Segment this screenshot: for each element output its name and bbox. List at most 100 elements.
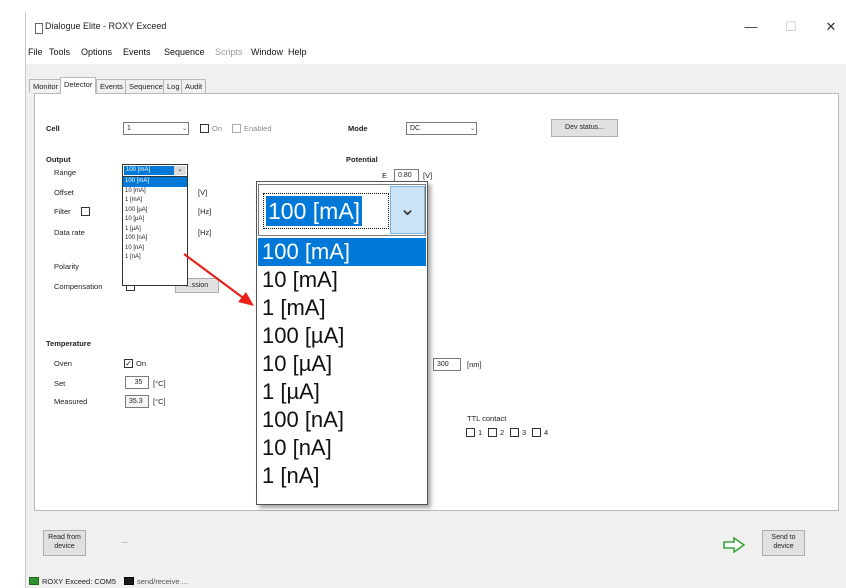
app-icon xyxy=(35,23,43,34)
minimize-button[interactable]: — xyxy=(738,17,764,37)
range-option[interactable]: 10 [mA] xyxy=(123,187,187,197)
tab-monitor[interactable]: Monitor xyxy=(29,79,63,93)
range-dropdown-zoom: 100 [mA] ⌄ 100 [mA] 10 [mA] 1 [mA] 100 [… xyxy=(256,181,428,505)
range-option[interactable]: 10 [µA] xyxy=(123,215,187,225)
ttl-contact-1-label: 1 xyxy=(478,428,483,437)
data-rate-unit: [Hz] xyxy=(198,228,212,237)
ttl-contact-3-label: 3 xyxy=(522,428,527,437)
cell-label: Cell xyxy=(46,124,60,133)
cell-enabled-label: Enabled xyxy=(244,124,272,133)
tab-detector[interactable]: Detector xyxy=(60,77,97,94)
menu-options[interactable]: Options xyxy=(81,47,112,57)
zoom-range-list: 100 [mA] 10 [mA] 1 [mA] 100 [µA] 10 [µA]… xyxy=(258,238,426,490)
chevron-down-icon: ⌄ xyxy=(469,126,475,132)
filter-unit: [Hz] xyxy=(198,207,212,216)
dev-status-button[interactable]: Dev status... xyxy=(551,119,618,137)
set-unit: [°C] xyxy=(153,379,166,388)
polarity-label: Polarity xyxy=(54,262,80,271)
data-rate-label: Data rate xyxy=(54,228,85,237)
zoom-selected-value: 100 [mA] xyxy=(266,196,363,226)
tab-audit[interactable]: Audit xyxy=(181,79,207,93)
zoom-range-option[interactable]: 10 [nA] xyxy=(258,434,426,462)
status-connection: ROXY Exceed: COM5 xyxy=(42,577,117,586)
ttl-contact-2-checkbox[interactable] xyxy=(488,428,497,437)
ttl-contact-4-checkbox[interactable] xyxy=(532,428,541,437)
zoom-range-option[interactable]: 10 [mA] xyxy=(258,266,426,294)
zoom-range-option[interactable]: 100 [µA] xyxy=(258,322,426,350)
wavelength-input[interactable]: 300 xyxy=(433,358,461,371)
status-bar: ROXY Exceed: COM5 send/receive ... xyxy=(26,574,846,588)
tab-events[interactable]: Events xyxy=(96,79,127,93)
arrow-right-icon xyxy=(723,536,746,558)
set-label: Set xyxy=(54,379,66,388)
send-receive-led-icon xyxy=(124,577,134,585)
range-option[interactable]: 100 [mA] xyxy=(123,177,187,187)
offset-label: Offset xyxy=(54,188,74,197)
zoom-range-option[interactable]: 1 [µA] xyxy=(258,378,426,406)
ttl-contact-label: TTL contact xyxy=(467,414,507,423)
filter-checkbox[interactable] xyxy=(81,207,90,216)
ttl-contact-4-label: 4 xyxy=(544,428,549,437)
close-button[interactable]: ✕ xyxy=(818,17,844,37)
maximize-button[interactable]: ☐ xyxy=(778,17,804,37)
tab-strip: Monitor Detector Events Sequence Log Aud… xyxy=(26,74,846,94)
zoom-selected-value-box: 100 [mA] xyxy=(263,193,389,229)
measured-temperature-field: 35.3 xyxy=(125,395,149,408)
range-option[interactable]: 1 [mA] xyxy=(123,196,187,206)
ttl-contact-3-checkbox[interactable] xyxy=(510,428,519,437)
cell-on-checkbox[interactable] xyxy=(200,124,209,133)
cell-select[interactable]: 1 ⌄ xyxy=(123,122,189,135)
zoom-range-option[interactable]: 1 [nA] xyxy=(258,462,426,490)
menu-bar: File Tools Options Events Sequence Scrip… xyxy=(26,44,846,64)
ttl-contact-2-label: 2 xyxy=(500,428,505,437)
offset-unit: [V] xyxy=(198,188,208,197)
menu-window[interactable]: Window xyxy=(251,47,283,57)
mode-select[interactable]: DC ⌄ xyxy=(406,122,477,135)
status-send-receive: send/receive ... xyxy=(137,577,188,586)
zoom-range-option[interactable]: 100 [nA] xyxy=(258,406,426,434)
chevron-down-icon: ⌄ xyxy=(181,126,187,132)
range-option[interactable]: 100 [µA] xyxy=(123,206,187,216)
potential-heading: Potential xyxy=(346,155,378,164)
menu-sequence[interactable]: Sequence xyxy=(164,47,205,57)
read-from-device-button[interactable]: Read from device xyxy=(43,530,86,556)
measured-label: Measured xyxy=(54,397,88,406)
oven-on-checkbox[interactable]: ✓ xyxy=(124,359,133,368)
range-option[interactable]: 10 [nA] xyxy=(123,244,187,254)
measured-unit: [°C] xyxy=(153,397,166,406)
temperature-heading: Temperature xyxy=(46,339,91,348)
send-to-device-button[interactable]: Send to device xyxy=(762,530,805,556)
separator-dash: — xyxy=(121,537,129,546)
connection-led-icon xyxy=(29,577,39,585)
zoom-range-option[interactable]: 10 [µA] xyxy=(258,350,426,378)
menu-tools[interactable]: Tools xyxy=(49,47,70,57)
window-title: Dialogue Elite - ROXY Exceed xyxy=(45,21,167,31)
range-label: Range xyxy=(54,168,77,177)
tab-sequence[interactable]: Sequence xyxy=(125,79,167,93)
chevron-down-icon[interactable]: ⌄ xyxy=(390,186,425,234)
e-unit: [V] xyxy=(423,171,433,180)
detector-panel: Cell 1 ⌄ On Enabled Mode DC ⌄ Dev status..… xyxy=(34,93,839,511)
cell-enabled-checkbox[interactable] xyxy=(232,124,241,133)
range-option[interactable]: 1 [µA] xyxy=(123,225,187,235)
menu-events[interactable]: Events xyxy=(123,47,151,57)
ttl-contact-1-checkbox[interactable] xyxy=(466,428,475,437)
filter-label: Filter xyxy=(54,207,71,216)
zoom-range-option[interactable]: 1 [mA] xyxy=(258,294,426,322)
menu-file[interactable]: File xyxy=(28,47,43,57)
oven-on-label: On xyxy=(136,359,147,368)
cell-on-label: On xyxy=(212,124,223,133)
range-select-value: 100 [mA] xyxy=(124,166,174,175)
zoom-range-select[interactable]: 100 [mA] ⌄ xyxy=(258,184,426,236)
oven-label: Oven xyxy=(54,359,72,368)
zoom-range-option[interactable]: 100 [mA] xyxy=(258,238,426,266)
range-option[interactable]: 1 [nA] xyxy=(123,253,187,263)
set-temperature-input[interactable]: 35 xyxy=(125,376,149,389)
menu-help[interactable]: Help xyxy=(288,47,307,57)
output-heading: Output xyxy=(46,155,71,164)
range-dropdown-list: 100 [mA] 10 [mA] 1 [mA] 100 [µA] 10 [µA]… xyxy=(122,176,188,286)
application-window: Dialogue Elite - ROXY Exceed — ☐ ✕ File … xyxy=(25,12,846,588)
range-option[interactable]: 100 [nA] xyxy=(123,234,187,244)
e-label: E xyxy=(382,171,388,180)
menu-scripts[interactable]: Scripts xyxy=(215,47,243,57)
